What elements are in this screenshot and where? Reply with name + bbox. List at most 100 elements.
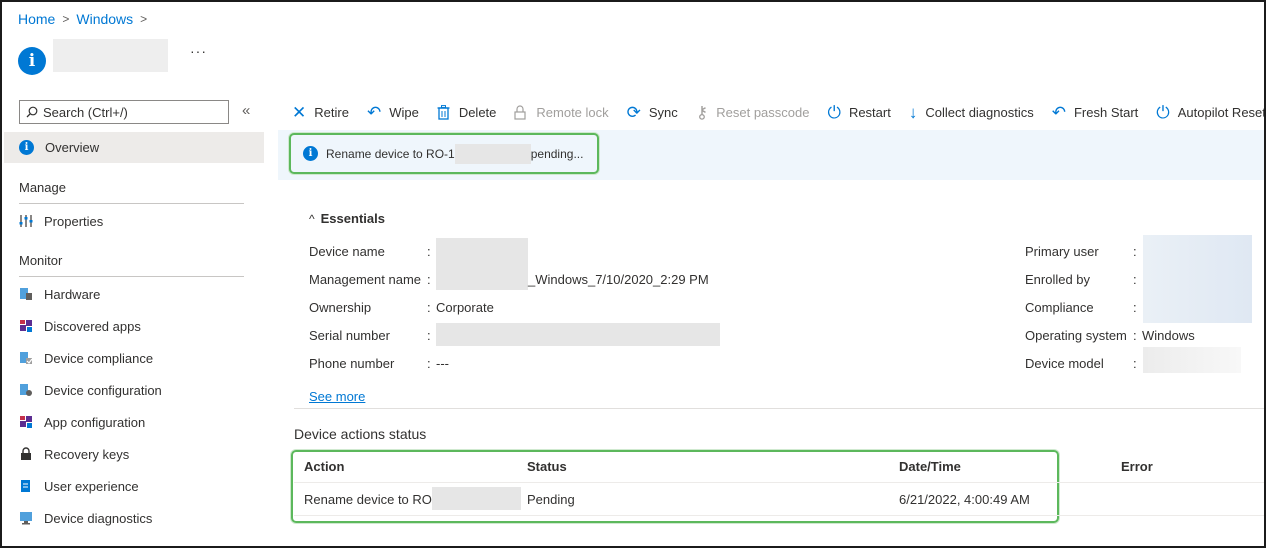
apps-icon bbox=[20, 320, 32, 332]
sync-icon: ⟳ bbox=[626, 102, 641, 122]
fresh-start-label: Fresh Start bbox=[1073, 104, 1139, 120]
sidebar-item-label: User experience bbox=[44, 478, 139, 494]
prop-label: Phone number bbox=[309, 356, 395, 371]
sidebar-item-label: App configuration bbox=[44, 414, 146, 430]
redacted-block bbox=[1143, 347, 1241, 373]
prop-label: Operating system bbox=[1025, 328, 1127, 343]
retire-label: Retire bbox=[314, 104, 349, 120]
sidebar-item-discovered-apps[interactable]: Discovered apps bbox=[19, 316, 141, 336]
divider bbox=[294, 408, 1264, 409]
properties-icon bbox=[19, 215, 33, 227]
prop-colon: : bbox=[1133, 356, 1137, 371]
user-experience-icon bbox=[21, 480, 30, 492]
lock-icon bbox=[21, 447, 31, 460]
divider bbox=[294, 482, 1264, 483]
column-header-action[interactable]: Action bbox=[304, 459, 344, 474]
command-bar: ✕ Retire ↶ Wipe Delete Remote lock ⟳ Sync ⚷… bbox=[292, 101, 1266, 123]
info-icon: i bbox=[18, 47, 46, 75]
lock-icon bbox=[514, 104, 526, 120]
device-compliance-icon bbox=[20, 352, 33, 364]
sync-label: Sync bbox=[648, 104, 678, 120]
section-header-monitor: Monitor bbox=[19, 253, 63, 268]
column-header-datetime[interactable]: Date/Time bbox=[899, 459, 961, 474]
prop-colon: : bbox=[1133, 328, 1137, 343]
sync-button[interactable]: ⟳ Sync bbox=[627, 104, 678, 121]
sidebar-item-device-compliance[interactable]: Device compliance bbox=[19, 348, 153, 368]
search-icon bbox=[26, 106, 38, 118]
prop-colon: : bbox=[1133, 300, 1137, 315]
autopilot-reset-label: Autopilot Reset bbox=[1177, 104, 1266, 120]
wipe-button[interactable]: ↶ Wipe bbox=[367, 104, 419, 121]
sidebar-item-label: Device diagnostics bbox=[44, 510, 153, 526]
power-icon: ⏻ bbox=[827, 102, 841, 122]
sidebar-item-recovery-keys[interactable]: Recovery keys bbox=[19, 444, 129, 464]
restart-label: Restart bbox=[848, 104, 891, 120]
prop-value: --- bbox=[436, 356, 449, 371]
breadcrumb-home[interactable]: Home bbox=[18, 11, 55, 27]
banner-text-suffix: pending... bbox=[530, 146, 584, 161]
delete-button[interactable]: Delete bbox=[437, 105, 496, 120]
remote-lock-label: Remote lock bbox=[536, 104, 609, 120]
essentials-header: Essentials bbox=[320, 211, 385, 226]
prop-colon: : bbox=[427, 244, 431, 259]
cell-datetime: 6/21/2022, 4:00:49 AM bbox=[899, 492, 1030, 507]
chevron-up-icon: ^ bbox=[309, 211, 315, 226]
chevron-right-icon: > bbox=[140, 12, 148, 26]
divider bbox=[19, 203, 244, 204]
restart-button[interactable]: ⏻ Restart bbox=[827, 104, 890, 121]
wipe-label: Wipe bbox=[389, 104, 419, 120]
sidebar-item-properties[interactable]: Properties bbox=[19, 211, 103, 231]
info-icon: i bbox=[19, 140, 34, 155]
prop-colon: : bbox=[427, 328, 431, 343]
search-input[interactable]: Search (Ctrl+/) bbox=[19, 100, 229, 124]
sidebar-item-label: Device compliance bbox=[44, 350, 154, 366]
sidebar-item-label: Device configuration bbox=[44, 382, 162, 398]
fresh-start-button[interactable]: ↶ Fresh Start bbox=[1052, 104, 1139, 121]
prop-value: _Windows_7/10/2020_2:29 PM bbox=[528, 272, 709, 287]
prop-value: Corporate bbox=[436, 300, 494, 315]
breadcrumb-windows[interactable]: Windows bbox=[76, 11, 133, 27]
banner-text-prefix: Rename device to RO-1 bbox=[326, 146, 455, 161]
prop-label: Management name bbox=[309, 272, 422, 287]
essentials-toggle[interactable]: ^ Essentials bbox=[309, 211, 385, 226]
breadcrumb: Home > Windows > bbox=[18, 11, 154, 27]
reset-passcode-button[interactable]: ⚷ Reset passcode bbox=[696, 104, 810, 121]
sidebar-item-hardware[interactable]: Hardware bbox=[19, 284, 100, 304]
sidebar-item-device-diagnostics[interactable]: Device diagnostics bbox=[19, 508, 152, 528]
divider bbox=[294, 515, 1264, 516]
see-more-link[interactable]: See more bbox=[309, 389, 365, 404]
hardware-icon bbox=[20, 288, 32, 300]
search-placeholder: Search (Ctrl+/) bbox=[43, 104, 128, 120]
prop-label: Enrolled by bbox=[1025, 272, 1091, 287]
sidebar-item-user-experience[interactable]: User experience bbox=[19, 476, 139, 496]
sidebar-item-label: Properties bbox=[44, 213, 104, 229]
undo-icon: ↶ bbox=[1051, 102, 1066, 122]
more-options-button[interactable]: ··· bbox=[190, 43, 207, 59]
sidebar-item-label: Discovered apps bbox=[44, 318, 141, 334]
sidebar-item-label: Hardware bbox=[44, 286, 101, 302]
redacted-block bbox=[436, 323, 720, 346]
info-icon: i bbox=[303, 146, 318, 161]
prop-label: Compliance bbox=[1025, 300, 1094, 315]
column-header-status[interactable]: Status bbox=[527, 459, 567, 474]
prop-colon: : bbox=[427, 356, 431, 371]
sidebar-item-overview[interactable]: i Overview bbox=[4, 132, 264, 163]
collapse-sidebar-button[interactable]: « bbox=[242, 102, 250, 119]
retire-button[interactable]: ✕ Retire bbox=[292, 104, 349, 121]
redacted-block bbox=[436, 238, 528, 264]
prop-value: Windows bbox=[1142, 328, 1195, 343]
sidebar-item-device-configuration[interactable]: Device configuration bbox=[19, 380, 162, 400]
remote-lock-button[interactable]: Remote lock bbox=[514, 104, 609, 120]
redacted-block bbox=[432, 487, 521, 510]
cell-action: Rename device to RO- bbox=[304, 492, 437, 507]
divider bbox=[19, 276, 244, 277]
sidebar-item-app-configuration[interactable]: App configuration bbox=[19, 412, 145, 432]
notification-message[interactable]: i Rename device to RO-1 pending... bbox=[289, 133, 599, 174]
page-title-redacted bbox=[53, 38, 168, 72]
collect-diagnostics-button[interactable]: ↓ Collect diagnostics bbox=[909, 104, 1034, 121]
undo-icon: ↶ bbox=[366, 102, 382, 122]
key-icon: ⚷ bbox=[695, 102, 709, 122]
column-header-error[interactable]: Error bbox=[1121, 459, 1153, 474]
autopilot-reset-button[interactable]: ⏻ Autopilot Reset bbox=[1156, 104, 1266, 121]
prop-colon: : bbox=[1133, 272, 1137, 287]
